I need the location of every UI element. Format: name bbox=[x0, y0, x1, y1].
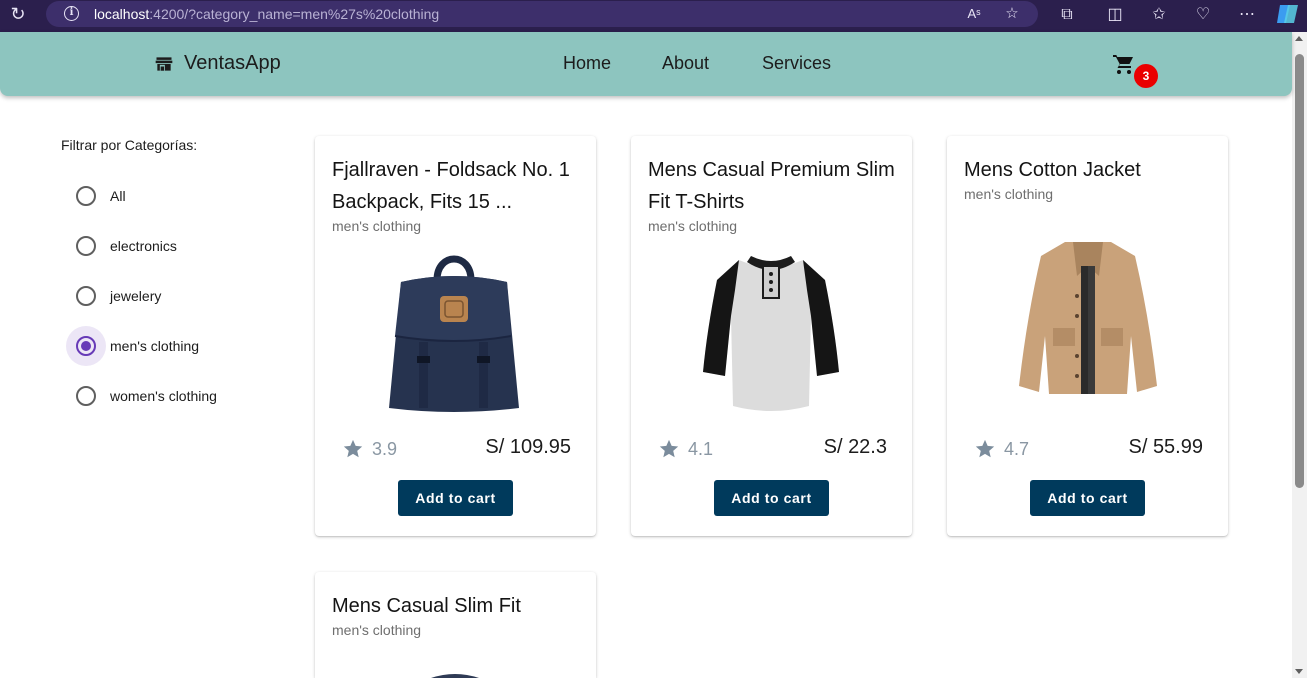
radio-button[interactable] bbox=[76, 236, 96, 256]
product-rating: 3.9 bbox=[342, 438, 397, 460]
product-price: S/ 22.3 bbox=[823, 436, 887, 458]
more-menu-icon[interactable]: ⋯ bbox=[1236, 4, 1258, 26]
product-card: Fjallraven - Foldsack No. 1 Backpack, Fi… bbox=[315, 136, 596, 536]
category-option-jewelery[interactable]: jewelery bbox=[66, 276, 266, 316]
storefront-icon bbox=[155, 56, 173, 71]
add-to-cart-button[interactable]: Add to cart bbox=[714, 480, 829, 516]
category-option-all[interactable]: All bbox=[66, 176, 266, 216]
product-card: Mens Casual Premium Slim Fit T-Shirts me… bbox=[631, 136, 912, 536]
product-price: S/ 55.99 bbox=[1128, 436, 1203, 458]
shopping-cart-icon[interactable] bbox=[1112, 52, 1136, 76]
add-to-cart-button[interactable]: Add to cart bbox=[398, 480, 513, 516]
app-toolbar: VentasApp Home About Services 3 bbox=[0, 32, 1292, 96]
brand-name: VentasApp bbox=[184, 52, 281, 74]
scroll-thumb[interactable] bbox=[1295, 54, 1304, 488]
category-label: All bbox=[110, 188, 126, 204]
radio-button[interactable] bbox=[76, 186, 96, 206]
browser-toolbar: ↻ i localhost:4200/?category_name=men%27… bbox=[0, 0, 1307, 32]
product-image-backpack bbox=[389, 255, 519, 412]
product-title: Mens Casual Premium Slim Fit T-Shirts bbox=[648, 159, 895, 213]
product-card: Mens Cotton Jacket men's clothing 4.7 S/… bbox=[947, 136, 1228, 536]
nav-about[interactable]: About bbox=[662, 53, 709, 74]
category-label: women's clothing bbox=[110, 388, 217, 404]
category-label: men's clothing bbox=[110, 338, 200, 354]
rating-value: 3.9 bbox=[372, 438, 398, 459]
favorites-icon[interactable]: ✩ bbox=[1148, 4, 1170, 26]
extensions-icon[interactable]: ⧉ bbox=[1056, 4, 1078, 26]
category-option-electronics[interactable]: electronics bbox=[66, 226, 266, 266]
rating-value: 4.7 bbox=[1004, 438, 1030, 459]
product-category: men's clothing bbox=[332, 622, 422, 638]
copilot-icon[interactable] bbox=[1276, 3, 1300, 25]
nav-home[interactable]: Home bbox=[563, 53, 611, 74]
url-text[interactable]: localhost:4200/?category_name=men%27s%20… bbox=[94, 6, 439, 22]
cart-count-badge: 3 bbox=[1134, 64, 1158, 88]
product-category: men's clothing bbox=[332, 218, 422, 234]
star-icon bbox=[659, 439, 679, 458]
browser-essentials-icon[interactable]: ♡ bbox=[1192, 4, 1214, 26]
category-label: jewelery bbox=[110, 288, 162, 304]
add-to-cart-button[interactable]: Add to cart bbox=[1030, 480, 1145, 516]
favorite-star-icon[interactable]: ☆ bbox=[1002, 4, 1022, 24]
nav-services[interactable]: Services bbox=[762, 53, 831, 74]
product-price: S/ 109.95 bbox=[485, 436, 571, 458]
product-rating: 4.7 bbox=[974, 438, 1029, 460]
address-bar[interactable]: i localhost:4200/?category_name=men%27s%… bbox=[46, 1, 1038, 27]
product-image-tshirt bbox=[703, 256, 839, 411]
product-card: Mens Casual Slim Fit men's clothing bbox=[315, 572, 596, 678]
radio-button[interactable] bbox=[76, 386, 96, 406]
radio-button[interactable] bbox=[76, 286, 96, 306]
radio-button-selected[interactable] bbox=[76, 336, 96, 356]
product-rating: 4.1 bbox=[658, 438, 713, 460]
category-label: electronics bbox=[110, 238, 177, 254]
brand-link[interactable]: VentasApp bbox=[154, 52, 281, 75]
product-title: Mens Casual Slim Fit bbox=[332, 595, 521, 617]
filter-title: Filtrar por Categorías: bbox=[61, 137, 198, 153]
product-title: Fjallraven - Foldsack No. 1 Backpack, Fi… bbox=[332, 159, 570, 213]
star-icon bbox=[975, 439, 995, 458]
category-option-mens-clothing[interactable]: men's clothing bbox=[66, 326, 266, 366]
radio-dot bbox=[81, 341, 91, 351]
split-screen-icon[interactable]: ◫ bbox=[1104, 4, 1126, 26]
info-icon[interactable]: i bbox=[64, 6, 79, 21]
category-option-womens-clothing[interactable]: women's clothing bbox=[66, 376, 266, 416]
product-title: Mens Cotton Jacket bbox=[964, 159, 1141, 181]
page-scrollbar[interactable] bbox=[1292, 32, 1307, 678]
scroll-down-arrow[interactable] bbox=[1295, 669, 1303, 674]
product-category: men's clothing bbox=[964, 186, 1054, 202]
product-image-shirt bbox=[431, 674, 479, 678]
product-image-jacket bbox=[1019, 242, 1157, 394]
star-icon bbox=[343, 439, 363, 458]
read-aloud-icon[interactable]: Aˢ bbox=[964, 4, 984, 24]
reload-icon[interactable]: ↻ bbox=[8, 4, 28, 24]
scroll-up-arrow[interactable] bbox=[1295, 36, 1303, 41]
product-category: men's clothing bbox=[648, 218, 738, 234]
rating-value: 4.1 bbox=[688, 438, 714, 459]
